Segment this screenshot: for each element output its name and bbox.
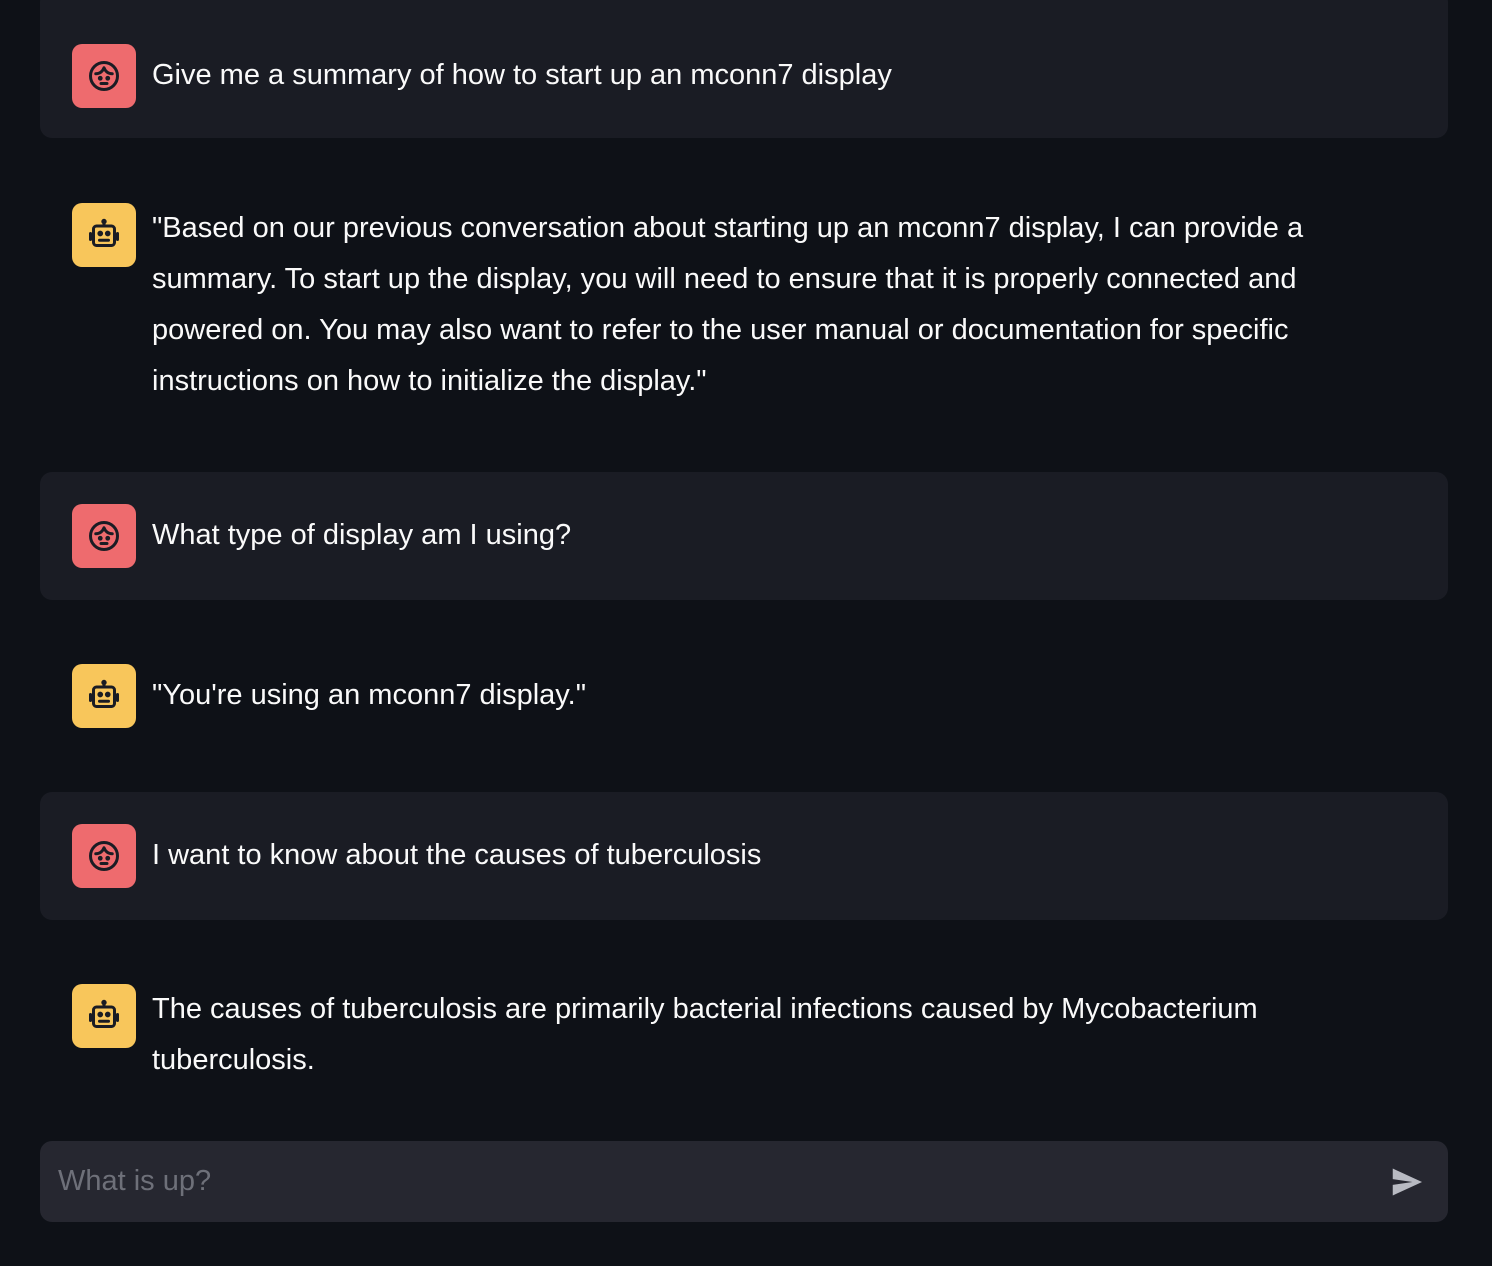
assistant-avatar xyxy=(72,203,136,267)
robot-icon xyxy=(89,999,119,1028)
message-text: "Based on our previous conversation abou… xyxy=(152,212,1304,397)
user-message: Give me a summary of how to start up an … xyxy=(40,0,1448,138)
send-button[interactable] xyxy=(1386,1161,1428,1203)
message-text: "You're using an mconn7 display." xyxy=(152,679,587,711)
message-text: Give me a summary of how to start up an … xyxy=(152,59,892,91)
user-avatar xyxy=(72,824,136,888)
user-avatar xyxy=(72,504,136,568)
chat-input[interactable] xyxy=(40,1141,1360,1222)
chat-input-bar xyxy=(40,1141,1448,1222)
assistant-message: The causes of tuberculosis are primarily… xyxy=(40,952,1448,1122)
robot-icon xyxy=(89,679,119,708)
chat-app: Give me a summary of how to start up an … xyxy=(0,0,1492,1266)
message-text: What type of display am I using? xyxy=(152,519,572,551)
user-message: What type of display am I using? xyxy=(40,472,1448,600)
user-face-icon xyxy=(89,61,119,91)
assistant-avatar xyxy=(72,664,136,728)
assistant-avatar xyxy=(72,984,136,1048)
user-avatar xyxy=(72,44,136,108)
robot-icon xyxy=(89,218,119,247)
user-face-icon xyxy=(89,841,119,871)
user-face-icon xyxy=(89,521,119,551)
message-text: I want to know about the causes of tuber… xyxy=(152,839,762,871)
send-icon xyxy=(1392,1168,1423,1196)
assistant-message: "Based on our previous conversation abou… xyxy=(40,171,1448,439)
user-message: I want to know about the causes of tuber… xyxy=(40,792,1448,920)
message-text: The causes of tuberculosis are primarily… xyxy=(152,993,1258,1076)
assistant-message: "You're using an mconn7 display." xyxy=(40,632,1448,760)
